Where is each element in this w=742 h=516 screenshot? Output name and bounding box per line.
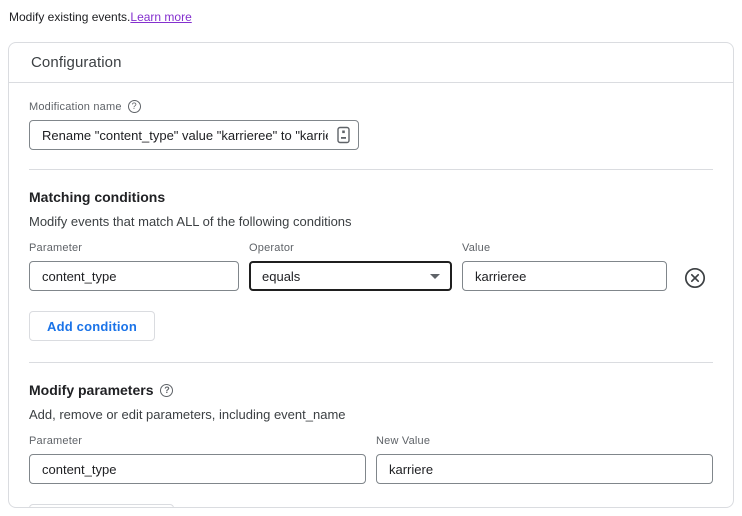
text-field-indicator-icon xyxy=(337,126,350,144)
modification-new-value-field: New Value xyxy=(376,435,713,484)
matching-conditions-title: Matching conditions xyxy=(29,189,166,205)
modify-parameters-title: Modify parameters xyxy=(29,382,154,398)
chevron-down-icon xyxy=(430,273,440,279)
card-title: Configuration xyxy=(31,54,122,71)
condition-row: Parameter Operator equals Value xyxy=(29,242,713,291)
modification-parameter-input[interactable] xyxy=(29,454,366,484)
learn-more-link[interactable]: Learn more xyxy=(130,10,191,24)
modify-parameters-heading: Modify parameters ? xyxy=(29,382,713,398)
modification-new-value-label: New Value xyxy=(376,435,431,447)
circle-x-icon xyxy=(684,267,706,289)
modification-new-value-input[interactable] xyxy=(376,454,713,484)
section-divider xyxy=(29,362,713,363)
modify-parameters-description: Add, remove or edit parameters, includin… xyxy=(29,407,346,422)
condition-parameter-field: Parameter xyxy=(29,242,239,291)
intro-line: Modify existing events.Learn more xyxy=(0,0,742,34)
modification-name-label-row: Modification name ? xyxy=(29,100,713,113)
condition-value-field: Value xyxy=(462,242,667,291)
condition-operator-label: Operator xyxy=(249,242,295,254)
section-divider xyxy=(29,169,713,170)
modification-name-input[interactable] xyxy=(29,120,359,150)
help-icon[interactable]: ? xyxy=(127,100,141,113)
modification-parameter-label: Parameter xyxy=(29,435,83,447)
help-icon[interactable]: ? xyxy=(160,383,174,397)
intro-text: Modify existing events. xyxy=(9,10,131,24)
modification-row: Parameter New Value xyxy=(29,435,713,484)
matching-conditions-description: Modify events that match ALL of the foll… xyxy=(29,214,352,229)
condition-operator-select[interactable]: equals xyxy=(249,261,452,291)
modification-name-label: Modification name xyxy=(29,100,122,113)
condition-operator-value: equals xyxy=(262,268,301,284)
condition-value-label: Value xyxy=(462,242,491,254)
condition-parameter-label: Parameter xyxy=(29,242,83,254)
remove-condition-button[interactable] xyxy=(683,266,707,290)
condition-operator-field: Operator equals xyxy=(249,242,452,291)
configuration-card: Configuration Modification name ? Matchi… xyxy=(8,42,734,508)
condition-parameter-input[interactable] xyxy=(29,261,239,291)
modification-name-field xyxy=(29,120,359,150)
condition-value-input[interactable] xyxy=(462,261,667,291)
modification-parameter-field: Parameter xyxy=(29,435,366,484)
card-header: Configuration xyxy=(9,43,733,83)
add-condition-button[interactable]: Add condition xyxy=(29,311,155,341)
card-body: Modification name ? Matching conditions … xyxy=(9,83,733,507)
matching-conditions-heading: Matching conditions xyxy=(29,189,713,205)
add-modification-button[interactable]: Add modification xyxy=(29,504,175,507)
